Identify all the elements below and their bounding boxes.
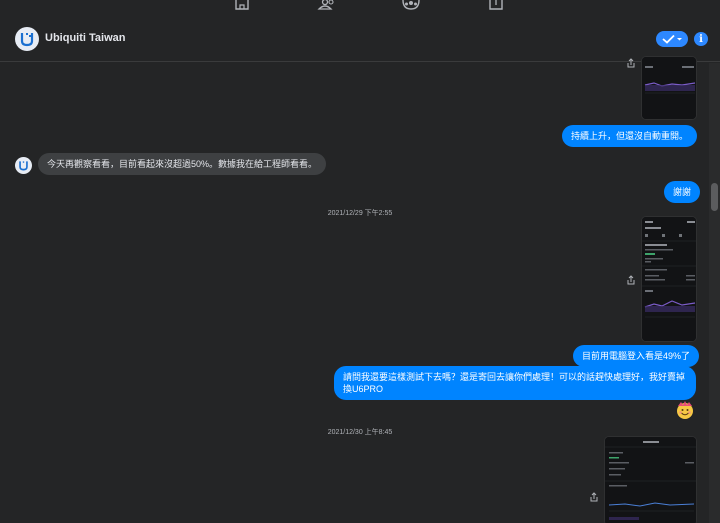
screenshot-thumbnail — [642, 57, 696, 119]
people-icon[interactable] — [317, 0, 337, 11]
home-icon[interactable] — [232, 0, 252, 11]
share-icon[interactable] — [626, 58, 636, 68]
screenshot-thumbnail — [642, 217, 696, 341]
image-attachment[interactable] — [641, 216, 697, 342]
ubiquiti-logo-icon — [19, 161, 28, 171]
message-timestamp: 2021/12/29 下午2:55 — [327, 210, 393, 217]
outgoing-message[interactable]: 目前用電腦登入看是49%了 — [573, 345, 700, 367]
outgoing-message[interactable]: 謝謝 — [664, 181, 701, 203]
scrollbar-track[interactable] — [709, 63, 720, 523]
avatar[interactable] — [15, 157, 32, 174]
screenshot-thumbnail — [605, 437, 696, 523]
outgoing-message[interactable]: 請問我還要這樣測試下去嗎？還是寄回去讓你們處理！可以的話趕快處理好，我好賣掉換U… — [334, 366, 696, 400]
outgoing-message[interactable]: 持續上升，但還沒自動重開。 — [562, 125, 698, 147]
group-icon[interactable] — [401, 0, 421, 11]
check-icon — [662, 34, 682, 44]
conversation-header: Ubiquiti Taiwan i — [0, 12, 720, 62]
bookmark-icon[interactable] — [486, 0, 506, 11]
incoming-message[interactable]: 今天再觀察看看，目前看起來沒超過50%。數據我在給工程師看看。 — [38, 153, 327, 175]
share-icon[interactable] — [589, 492, 599, 502]
info-icon[interactable]: i — [694, 32, 708, 46]
conversation-title[interactable]: Ubiquiti Taiwan — [45, 32, 125, 44]
emoji-icon[interactable] — [675, 400, 695, 420]
avatar[interactable] — [15, 27, 39, 51]
image-attachment[interactable] — [604, 436, 697, 523]
share-icon[interactable] — [626, 275, 636, 285]
image-attachment[interactable] — [641, 56, 697, 120]
mark-done-button[interactable] — [656, 31, 688, 47]
scrollbar-thumb[interactable] — [711, 183, 718, 211]
ubiquiti-logo-icon — [20, 33, 34, 47]
top-nav-bar — [0, 0, 720, 12]
